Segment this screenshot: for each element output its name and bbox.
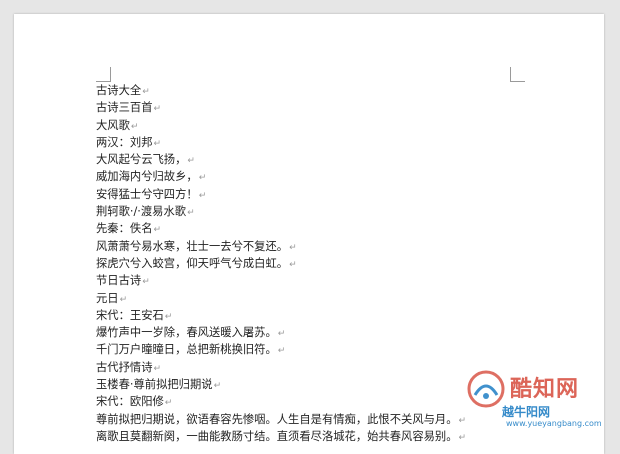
- paragraph-mark-icon: ↵: [153, 225, 162, 236]
- paragraph-mark-icon: ↵: [289, 259, 297, 270]
- paragraph-mark-icon: ↵: [153, 363, 162, 374]
- text-line: 节日古诗↵: [96, 274, 150, 288]
- text-line: 宋代：王安石↵: [96, 308, 173, 322]
- paragraph-mark-icon: ↵: [153, 138, 162, 149]
- watermark-logo-icon: [467, 370, 505, 408]
- paragraph-mark-icon: ↵: [142, 277, 150, 288]
- margin-corner-top-left: [96, 67, 111, 82]
- watermark: 酷知网 越牛阳网 www.yueyangbang.com: [442, 365, 612, 435]
- paragraph-mark-icon: ↵: [198, 190, 207, 201]
- text-line: 千门万户曈曈日，总把新桃换旧符。↵: [96, 343, 286, 357]
- text-line: 先秦：佚名↵: [96, 222, 162, 236]
- text-line: 威加海内兮归故乡，↵: [96, 170, 207, 184]
- text-line: 大风歌↵: [96, 118, 139, 132]
- watermark-brand: 酷知网: [510, 377, 580, 402]
- paragraph-mark-icon: ↵: [164, 311, 173, 322]
- text-line: 古诗三百首↵: [96, 101, 162, 115]
- watermark-url: www.yueyangbang.com: [506, 419, 602, 428]
- text-line: 元日↵: [96, 291, 128, 305]
- text-line: 古诗大全↵: [96, 84, 150, 97]
- text-line: 探虎穴兮入蛟宫，仰天呼气兮成白虹。↵: [96, 256, 297, 270]
- paragraph-mark-icon: ↵: [277, 346, 286, 357]
- paragraph-mark-icon: ↵: [153, 104, 162, 115]
- paragraph-mark-icon: ↵: [130, 121, 139, 132]
- margin-corner-top-right: [510, 67, 525, 82]
- paragraph-mark-icon: ↵: [119, 294, 128, 305]
- paragraph-mark-icon: ↵: [164, 398, 173, 409]
- paragraph-mark-icon: ↵: [213, 381, 222, 392]
- paragraph-mark-icon: ↵: [142, 87, 150, 97]
- paragraph-mark-icon: ↵: [187, 208, 195, 219]
- paragraph-mark-icon: ↵: [289, 242, 297, 253]
- text-line: 荆轲歌·/·渡易水歌↵: [96, 205, 195, 219]
- text-line: 安得猛士兮守四方！↵: [96, 187, 207, 201]
- text-line: 爆竹声中一岁除，春风送暖入屠苏。↵: [96, 326, 286, 340]
- paragraph-mark-icon: ↵: [277, 329, 286, 340]
- text-line: 风萧萧兮易水寒，壮士一去兮不复还。↵: [96, 239, 297, 253]
- text-line: 大风起兮云飞扬，↵: [96, 153, 195, 167]
- paragraph-mark-icon: ↵: [187, 156, 195, 167]
- watermark-brand-secondary: 越牛阳网: [502, 405, 551, 419]
- paragraph-mark-icon: ↵: [198, 173, 207, 184]
- text-line: 两汉：刘邦↵: [96, 135, 162, 149]
